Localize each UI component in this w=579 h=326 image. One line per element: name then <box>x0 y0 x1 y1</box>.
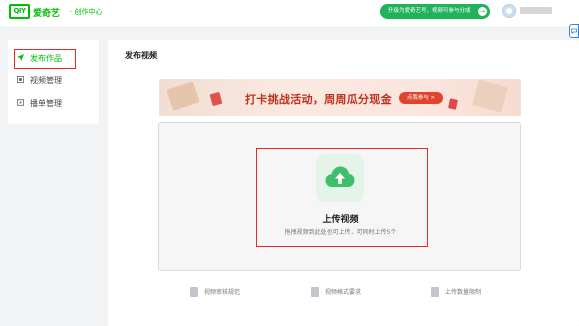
brand-subtitle: · 创作中心 <box>70 8 103 16</box>
username-redacted[interactable] <box>520 7 552 14</box>
gift-box-decoration <box>472 79 508 113</box>
document-icon <box>431 286 439 297</box>
link-label: 视频格式要求 <box>325 289 362 296</box>
page-title: 发布视频 <box>125 51 157 60</box>
upgrade-promo-button[interactable]: 升级为爱奇艺号，视频可参与分成 → <box>380 4 490 19</box>
sidebar-item-label: 视频管理 <box>30 76 62 85</box>
avatar[interactable] <box>502 4 516 18</box>
arrow-right-icon: → <box>478 7 487 16</box>
banner-headline: 打卡挑战活动，周周瓜分现金 <box>245 93 392 106</box>
sidebar: 发布作品 视频管理 播单管理 <box>8 40 99 124</box>
activity-banner[interactable]: 打卡挑战活动，周周瓜分现金 点我参与 > <box>159 79 521 116</box>
format-requirements-link[interactable]: 视频格式要求 <box>311 286 362 299</box>
promo-label: 升级为爱奇艺号，视频可参与分成 <box>388 8 471 14</box>
send-icon <box>16 52 24 66</box>
document-icon <box>190 286 198 297</box>
iqiyi-logo[interactable]: QIY <box>9 4 30 19</box>
playlist-icon <box>16 97 24 111</box>
footer-links: 视频审核规范 视频格式要求 上传数量限制 <box>108 286 579 299</box>
sidebar-item-publish[interactable]: 发布作品 <box>16 52 62 66</box>
review-guidelines-link[interactable]: 视频审核规范 <box>190 286 241 299</box>
brand-name[interactable]: 爱奇艺 <box>33 6 60 19</box>
link-label: 视频审核规范 <box>204 289 241 296</box>
upload-hint: 拖拽视频到此处也可上传，可同时上传5个 <box>284 229 397 236</box>
top-header: QIY 爱奇艺 · 创作中心 升级为爱奇艺号，视频可参与分成 → <box>0 0 579 28</box>
red-envelope-decoration <box>209 91 223 107</box>
join-activity-button[interactable]: 点我参与 > <box>399 92 443 104</box>
gift-box-decoration <box>166 81 200 111</box>
video-grid-icon <box>16 74 24 88</box>
red-envelope-decoration <box>448 98 458 110</box>
video-file-icon <box>311 286 319 297</box>
upload-title: 上传视频 <box>322 215 359 225</box>
upload-limit-link[interactable]: 上传数量限制 <box>431 286 482 299</box>
sidebar-item-video-manage[interactable]: 视频管理 <box>16 74 62 88</box>
link-label: 上传数量限制 <box>445 289 482 296</box>
cloud-upload-icon[interactable] <box>316 154 364 202</box>
upload-dropzone[interactable]: 上传视频 拖拽视频到此处也可上传，可同时上传5个 <box>158 122 521 271</box>
main-panel: 发布视频 打卡挑战活动，周周瓜分现金 点我参与 > 上传视频 拖拽视频到此处也可… <box>108 40 579 326</box>
sidebar-item-label: 发布作品 <box>30 54 62 63</box>
chat-icon[interactable] <box>569 24 579 38</box>
sidebar-item-label: 播单管理 <box>30 99 62 108</box>
sidebar-item-playlist-manage[interactable]: 播单管理 <box>16 97 62 111</box>
